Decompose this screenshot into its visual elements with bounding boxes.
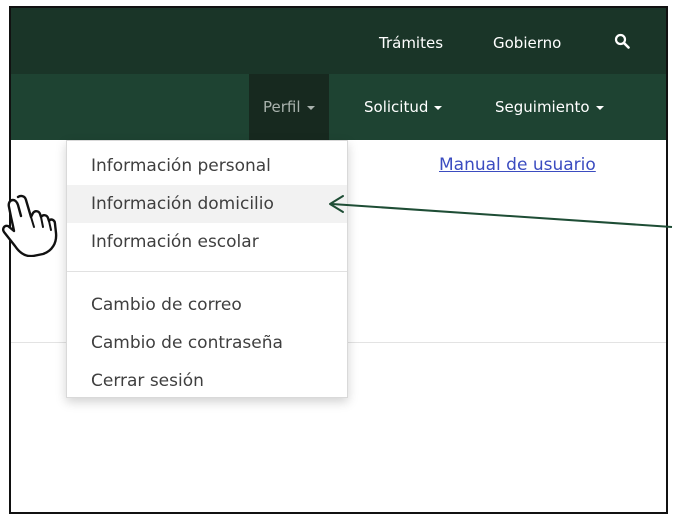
- nav-perfil-label: Perfil: [263, 98, 301, 116]
- chevron-down-icon: [434, 105, 443, 110]
- manual-de-usuario-link[interactable]: Manual de usuario: [439, 155, 596, 175]
- hand-pointer-icon: [2, 194, 58, 257]
- browser-screenshot-frame: Trámites Gobierno Perfil Solicitud Segui…: [9, 6, 668, 514]
- menu-item-cambio-de-correo[interactable]: Cambio de correo: [67, 286, 347, 324]
- main-navbar: Perfil Solicitud Seguimiento: [11, 74, 666, 140]
- chevron-down-icon: [306, 105, 315, 110]
- menu-item-informacion-domicilio[interactable]: Información domicilio: [67, 185, 347, 223]
- nav-solicitud-label: Solicitud: [364, 98, 429, 116]
- menu-item-cerrar-sesion[interactable]: Cerrar sesión: [67, 362, 347, 400]
- nav-perfil[interactable]: Perfil: [249, 74, 329, 140]
- gobierno-link[interactable]: Gobierno: [493, 34, 561, 52]
- menu-item-informacion-escolar[interactable]: Información escolar: [67, 223, 347, 261]
- chevron-down-icon: [595, 105, 604, 110]
- top-bar: Trámites Gobierno: [11, 8, 666, 74]
- menu-item-informacion-personal[interactable]: Información personal: [67, 147, 347, 185]
- perfil-dropdown-menu: Información personal Información domicil…: [66, 140, 348, 398]
- menu-item-cambio-de-contrasena[interactable]: Cambio de contraseña: [67, 324, 347, 362]
- search-icon[interactable]: [614, 33, 630, 49]
- nav-seguimiento[interactable]: Seguimiento: [495, 74, 604, 140]
- tramites-link[interactable]: Trámites: [379, 34, 443, 52]
- nav-solicitud[interactable]: Solicitud: [364, 74, 443, 140]
- nav-seguimiento-label: Seguimiento: [495, 98, 590, 116]
- menu-divider: [67, 271, 347, 272]
